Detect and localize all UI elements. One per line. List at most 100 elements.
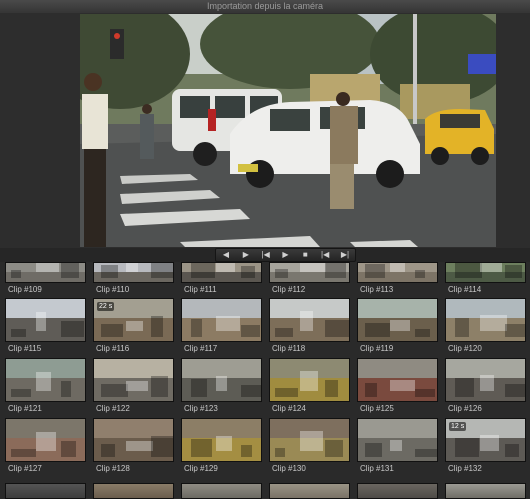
clip-thumbnail[interactable] [357, 483, 438, 499]
clip-item[interactable]: Clip #125 [355, 358, 443, 418]
clip-thumbnail[interactable] [357, 358, 438, 402]
street-scene-image [80, 14, 496, 247]
clip-thumbnail[interactable] [93, 418, 174, 462]
clip-thumbnail[interactable] [269, 358, 350, 402]
clip-browser[interactable]: Clip #109 Clip #110 Clip #111 Clip #112 Clip… [0, 262, 530, 499]
clip-label: Clip #127 [8, 464, 42, 473]
clip-item[interactable]: Clip #130 [267, 418, 355, 478]
stop-button[interactable]: ■ [296, 249, 314, 261]
clip-item[interactable]: Clip #120 [443, 298, 530, 358]
clip-thumbnail[interactable] [181, 483, 262, 499]
clip-item[interactable] [3, 483, 91, 499]
clip-item[interactable] [355, 483, 443, 499]
previous-clip-button[interactable]: ◀ [217, 249, 235, 261]
clip-thumbnail[interactable] [5, 358, 86, 402]
clip-item[interactable]: Clip #124 [267, 358, 355, 418]
clip-thumbnail[interactable] [269, 418, 350, 462]
clip-thumbnail[interactable]: 12 s [445, 418, 526, 462]
clip-thumbnail[interactable] [357, 262, 438, 283]
clip-thumbnail[interactable] [445, 298, 526, 342]
clip-grid-partial-row [3, 483, 527, 499]
clip-label: Clip #112 [272, 285, 306, 294]
clip-thumbnail[interactable] [5, 262, 86, 283]
clip-item[interactable]: Clip #126 [443, 358, 530, 418]
clip-thumbnail[interactable] [357, 418, 438, 462]
clip-item[interactable] [267, 483, 355, 499]
clip-item[interactable]: Clip #115 [3, 298, 91, 358]
clip-label: Clip #126 [448, 404, 482, 413]
rewind-button[interactable]: |◀ [257, 249, 275, 261]
clip-item[interactable] [179, 483, 267, 499]
clip-thumbnail[interactable] [93, 483, 174, 499]
jump-end-icon: ▶| [340, 250, 350, 259]
clip-item[interactable]: Clip #128 [91, 418, 179, 478]
stop-icon: ■ [302, 250, 308, 259]
clip-item[interactable] [443, 483, 530, 499]
clip-item[interactable]: Clip #121 [3, 358, 91, 418]
clip-thumbnail[interactable] [445, 262, 526, 283]
clip-grid: Clip #109 Clip #110 Clip #111 Clip #112 Clip… [3, 262, 527, 478]
clip-item[interactable]: 12 s Clip #132 [443, 418, 530, 478]
clip-label: Clip #117 [184, 344, 218, 353]
skip-back-icon: |◀ [261, 250, 270, 259]
triangle-right-icon: ▶ [242, 250, 249, 259]
clip-item[interactable]: Clip #117 [179, 298, 267, 358]
clip-item[interactable]: Clip #109 [3, 262, 91, 298]
clip-thumbnail[interactable] [445, 483, 526, 499]
clip-thumbnail[interactable] [269, 262, 350, 283]
video-frame[interactable] [80, 14, 496, 247]
triangle-left-icon: ◀ [222, 250, 229, 259]
transport-bar: ◀ ▶ |◀ ▶ ■ |◀ ▶| [0, 248, 530, 262]
clip-item[interactable]: Clip #113 [355, 262, 443, 298]
window-title: Importation depuis la caméra [0, 0, 530, 14]
clip-label: Clip #119 [360, 344, 394, 353]
clip-thumbnail[interactable]: 22 s [93, 298, 174, 342]
clip-item[interactable]: Clip #118 [267, 298, 355, 358]
clip-item[interactable]: Clip #110 [91, 262, 179, 298]
play-icon: ▶ [282, 250, 289, 259]
clip-label: Clip #125 [360, 404, 394, 413]
clip-thumbnail[interactable] [181, 358, 262, 402]
jump-end-button[interactable]: ▶| [336, 249, 354, 261]
clip-label: Clip #120 [448, 344, 482, 353]
clip-item[interactable]: Clip #129 [179, 418, 267, 478]
clip-thumbnail[interactable] [5, 483, 86, 499]
clip-thumbnail[interactable] [181, 262, 262, 283]
clip-label: Clip #111 [184, 285, 217, 294]
clip-label: Clip #118 [272, 344, 306, 353]
clip-thumbnail[interactable] [93, 358, 174, 402]
clip-label: Clip #130 [272, 464, 306, 473]
clip-thumbnail[interactable] [357, 298, 438, 342]
clip-item[interactable]: Clip #119 [355, 298, 443, 358]
clip-item[interactable]: Clip #122 [91, 358, 179, 418]
clip-thumbnail[interactable] [269, 298, 350, 342]
clip-thumbnail[interactable] [5, 418, 86, 462]
clip-label: Clip #123 [184, 404, 218, 413]
clip-thumbnail[interactable] [269, 483, 350, 499]
clip-label: Clip #114 [448, 285, 482, 294]
clip-item[interactable]: Clip #131 [355, 418, 443, 478]
clip-thumbnail[interactable] [445, 358, 526, 402]
clip-item[interactable]: Clip #114 [443, 262, 530, 298]
clip-item[interactable]: Clip #123 [179, 358, 267, 418]
clip-label: Clip #110 [96, 285, 130, 294]
clip-label: Clip #124 [272, 404, 306, 413]
clip-label: Clip #132 [448, 464, 482, 473]
clip-item[interactable]: Clip #112 [267, 262, 355, 298]
video-viewer [0, 13, 530, 248]
play-button[interactable]: ▶ [276, 249, 294, 261]
clip-label: Clip #116 [96, 344, 130, 353]
clip-item[interactable]: Clip #127 [3, 418, 91, 478]
clip-duration-badge: 22 s [97, 302, 115, 311]
clip-item[interactable] [91, 483, 179, 499]
clip-item[interactable]: 22 s Clip #116 [91, 298, 179, 358]
clip-label: Clip #109 [8, 285, 42, 294]
clip-thumbnail[interactable] [181, 418, 262, 462]
clip-item[interactable]: Clip #111 [179, 262, 267, 298]
jump-start-button[interactable]: |◀ [316, 249, 334, 261]
clip-thumbnail[interactable] [181, 298, 262, 342]
clip-thumbnail[interactable] [5, 298, 86, 342]
clip-thumbnail[interactable] [93, 262, 174, 283]
next-clip-button[interactable]: ▶ [237, 249, 255, 261]
clip-label: Clip #122 [96, 404, 130, 413]
